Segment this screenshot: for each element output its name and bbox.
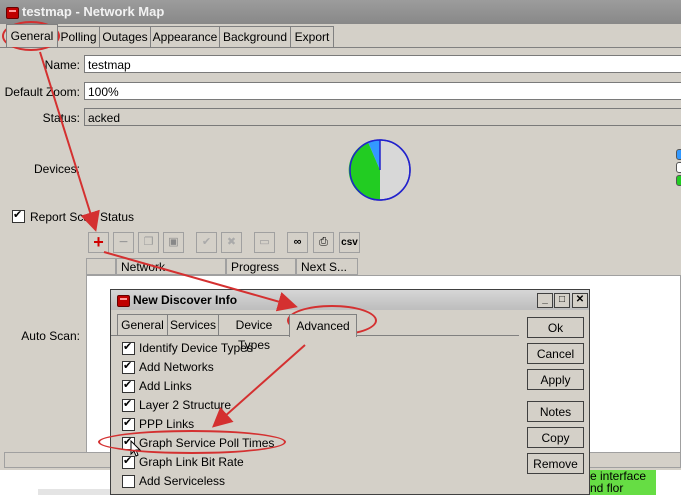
ppp-links-label: PPP Links: [139, 417, 195, 431]
status-field: acked: [84, 108, 681, 126]
cancel-button[interactable]: Cancel: [527, 343, 584, 364]
close-icon[interactable]: ✕: [572, 293, 588, 308]
paste-button[interactable]: ▣: [163, 232, 184, 253]
name-field[interactable]: testmap: [84, 55, 681, 73]
tab-background[interactable]: Background: [219, 26, 291, 47]
comment-button[interactable]: ▭: [254, 232, 275, 253]
print-button[interactable]: ⎙: [313, 232, 334, 253]
dialog-tab-services[interactable]: Services: [167, 314, 219, 335]
report-scan-checkbox[interactable]: [12, 208, 25, 223]
graph-link-bit-rate-label: Graph Link Bit Rate: [139, 455, 244, 469]
column-progress[interactable]: Progress: [226, 258, 296, 275]
dialog-tab-device-types[interactable]: Device Types: [218, 314, 290, 352]
main-tab-bar: General Polling Outages Appearance Backg…: [0, 24, 681, 48]
ppp-links-checkbox[interactable]: [122, 416, 135, 431]
background-note-line-2: nd flor: [590, 481, 624, 495]
notes-button[interactable]: Notes: [527, 401, 584, 422]
layer-2-structure-label: Layer 2 Structure: [139, 398, 232, 412]
layer-2-structure-checkbox[interactable]: [122, 397, 135, 412]
note-icon: ▭: [259, 236, 270, 248]
annotation-oval-graph-service-poll-times: [98, 430, 286, 454]
find-button[interactable]: ∞: [287, 232, 308, 253]
add-serviceless-checkbox[interactable]: [122, 475, 135, 488]
copy-button[interactable]: ❐: [138, 232, 159, 253]
check-icon: ✔: [201, 236, 212, 248]
ok-button[interactable]: Ok: [527, 317, 584, 338]
printer-icon: ⎙: [319, 236, 328, 248]
binoculars-icon: ∞: [293, 236, 302, 248]
remove-button[interactable]: −: [113, 232, 134, 253]
tab-export[interactable]: Export: [290, 26, 334, 47]
enable-button[interactable]: ✔: [196, 232, 217, 253]
column-spacer: [86, 258, 116, 275]
disable-button[interactable]: ✖: [221, 232, 242, 253]
devices-label: Devices:: [33, 162, 80, 176]
dialog-tab-advanced[interactable]: Advanced: [289, 314, 357, 337]
default-zoom-label: Default Zoom:: [4, 85, 80, 99]
background-strip: [38, 489, 110, 495]
new-discover-info-dialog: New Discover Info _ □ ✕ General Services…: [110, 289, 590, 495]
annotation-oval-add-button: [84, 230, 114, 258]
paste-icon: ▣: [168, 236, 179, 248]
devices-pie-chart: [348, 139, 411, 201]
tab-outages[interactable]: Outages: [99, 26, 151, 47]
default-zoom-field[interactable]: 100%: [84, 82, 681, 100]
minus-icon: −: [118, 234, 129, 251]
identify-device-types-label: Identify Device Types: [139, 341, 253, 355]
column-network[interactable]: Network: [116, 258, 226, 275]
copy-dialog-button[interactable]: Copy: [527, 427, 584, 448]
x-icon: ✖: [226, 236, 237, 248]
dialog-title: New Discover Info: [133, 293, 238, 307]
add-networks-checkbox[interactable]: [122, 359, 135, 374]
window-title-bar[interactable]: testmap - Network Map: [0, 0, 681, 24]
dialog-tab-general[interactable]: General: [117, 314, 168, 335]
window-title: testmap - Network Map: [22, 4, 165, 19]
add-networks-label: Add Networks: [139, 360, 214, 374]
tab-general[interactable]: General: [6, 24, 58, 47]
column-next-scan[interactable]: Next S...: [296, 258, 358, 275]
maximize-icon[interactable]: □: [554, 293, 570, 308]
name-label: Name:: [44, 58, 80, 72]
auto-scan-label: Auto Scan:: [21, 329, 80, 343]
copy-icon: ❐: [143, 236, 154, 248]
report-scan-label: Report Scan Status: [30, 210, 135, 224]
tab-appearance[interactable]: Appearance: [150, 26, 220, 47]
tab-polling[interactable]: Polling: [57, 26, 100, 47]
legend-marker-white: [676, 162, 681, 173]
legend-marker-green: [676, 175, 681, 186]
dialog-app-icon: [117, 295, 130, 307]
minimize-icon[interactable]: _: [537, 293, 553, 308]
status-label: Status:: [42, 111, 80, 125]
background-note: e interface nd flor: [590, 470, 656, 495]
legend-marker-blue: [676, 149, 681, 160]
apply-button[interactable]: Apply: [527, 369, 584, 390]
tab-divider: [0, 47, 681, 48]
add-links-checkbox[interactable]: [122, 378, 135, 393]
identify-device-types-checkbox[interactable]: [122, 340, 135, 355]
add-links-label: Add Links: [139, 379, 192, 393]
csv-icon: csv: [341, 237, 358, 248]
export-csv-button[interactable]: csv: [339, 232, 360, 253]
remove-dialog-button[interactable]: Remove: [527, 453, 584, 474]
app-icon: [6, 7, 19, 19]
add-serviceless-label: Add Serviceless: [139, 474, 226, 488]
